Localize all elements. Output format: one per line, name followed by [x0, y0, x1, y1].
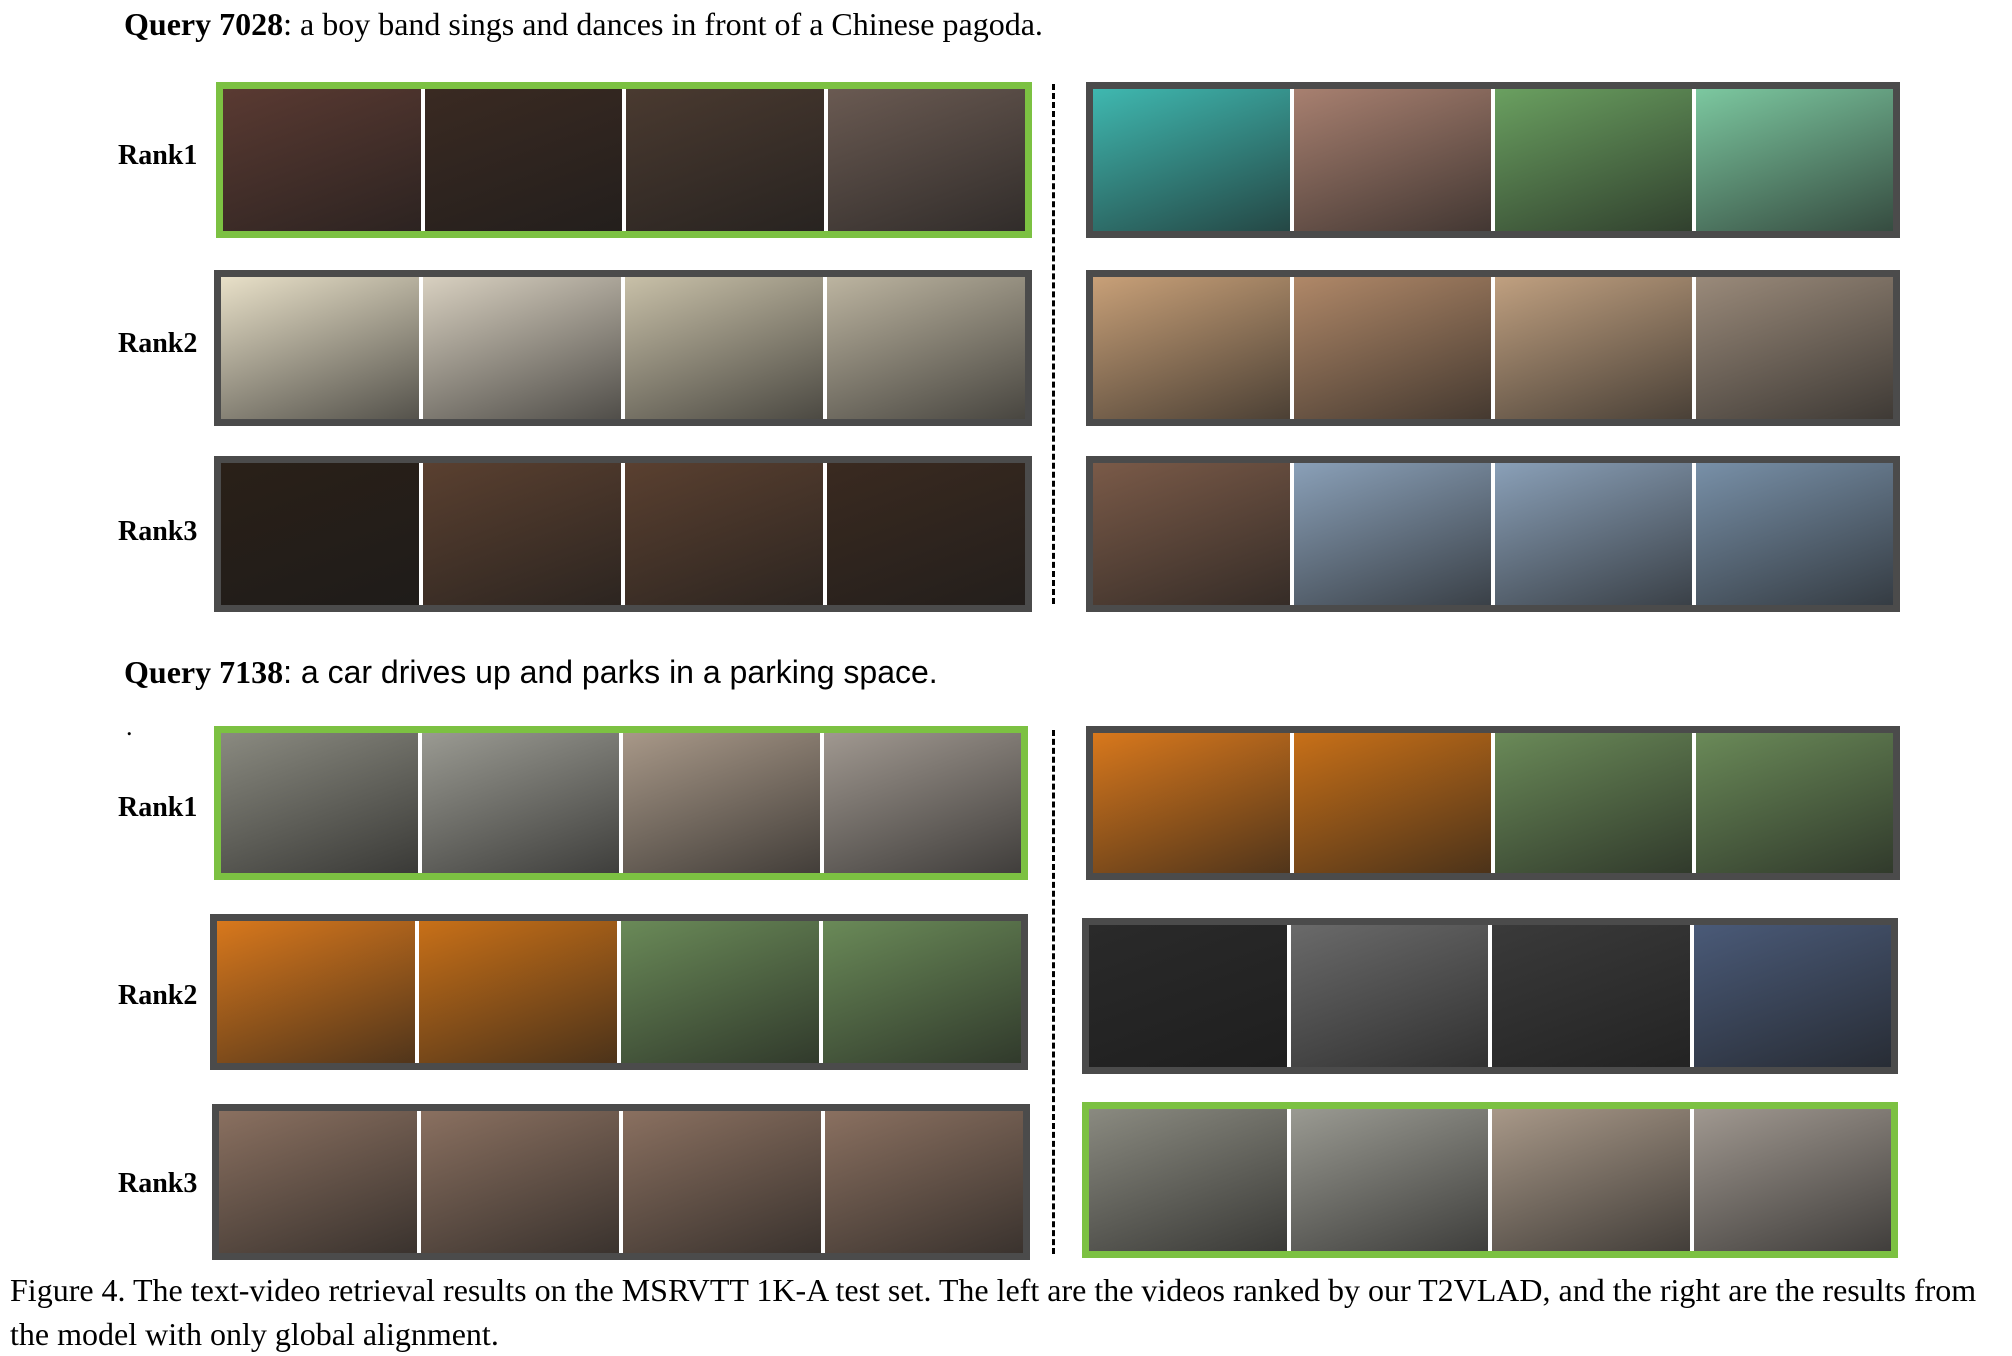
query-id: Query 7028	[124, 6, 284, 42]
rank-label: Rank2	[118, 328, 198, 359]
video-frame-thumbnail	[1693, 1109, 1891, 1251]
video-strip	[214, 726, 1028, 880]
video-strip	[1086, 82, 1900, 238]
video-frame-thumbnail	[1294, 463, 1491, 605]
video-strip	[214, 270, 1032, 426]
video-frame-thumbnail	[1093, 277, 1290, 419]
video-frame-thumbnail	[626, 89, 824, 231]
video-strip	[1086, 726, 1900, 880]
rank-label: Rank1	[118, 792, 198, 823]
video-frame-thumbnail	[221, 277, 419, 419]
query-text: : a boy band sings and dances in front o…	[283, 6, 1043, 42]
video-frame-thumbnail	[827, 463, 1025, 605]
video-frame-thumbnail	[1093, 733, 1290, 873]
video-frame-thumbnail	[422, 733, 619, 873]
video-frame-thumbnail	[625, 463, 823, 605]
video-frame-thumbnail	[827, 89, 1025, 231]
video-frame-thumbnail	[1696, 89, 1893, 231]
video-frame-thumbnail	[1290, 1109, 1488, 1251]
video-frame-thumbnail	[621, 921, 819, 1063]
video-strip	[1086, 456, 1900, 612]
video-frame-thumbnail	[421, 1111, 619, 1253]
column-divider	[1052, 84, 1055, 604]
video-frame-thumbnail	[1089, 925, 1287, 1067]
video-frame-thumbnail	[221, 733, 418, 873]
video-frame-thumbnail	[823, 921, 1021, 1063]
query-id: Query 7138	[124, 654, 284, 690]
rank-label: Rank3	[118, 1168, 198, 1199]
video-frame-thumbnail	[1294, 733, 1491, 873]
video-frame-thumbnail	[623, 1111, 821, 1253]
video-frame-thumbnail	[1492, 925, 1690, 1067]
video-frame-thumbnail	[423, 277, 621, 419]
video-frame-thumbnail	[1294, 89, 1491, 231]
video-strip	[212, 1104, 1030, 1260]
video-frame-thumbnail	[217, 921, 415, 1063]
video-frame-thumbnail	[1093, 463, 1290, 605]
video-frame-thumbnail	[1495, 277, 1692, 419]
video-strip	[1086, 270, 1900, 426]
video-frame-thumbnail	[625, 277, 823, 419]
video-frame-thumbnail	[623, 733, 820, 873]
video-frame-thumbnail	[1495, 733, 1692, 873]
stray-dot: .	[126, 712, 133, 741]
video-frame-thumbnail	[419, 921, 617, 1063]
query-text: : a car drives up and parks in a parking…	[283, 654, 938, 690]
video-frame-thumbnail	[1696, 463, 1893, 605]
video-frame-thumbnail	[221, 463, 419, 605]
video-frame-thumbnail	[1290, 925, 1488, 1067]
video-frame-thumbnail	[824, 733, 1021, 873]
rank-label: Rank3	[118, 516, 198, 547]
video-strip	[1082, 918, 1898, 1074]
video-frame-thumbnail	[1089, 1109, 1287, 1251]
video-frame-thumbnail	[1495, 463, 1692, 605]
video-frame-thumbnail	[1294, 277, 1491, 419]
figure-caption: Figure 4. The text-video retrieval resul…	[10, 1272, 1977, 1352]
column-divider	[1052, 730, 1055, 1254]
video-frame-thumbnail	[1495, 89, 1692, 231]
video-frame-thumbnail	[223, 89, 421, 231]
video-strip	[216, 82, 1032, 238]
video-strip	[210, 914, 1028, 1070]
video-strip	[1082, 1102, 1898, 1258]
video-frame-thumbnail	[1696, 733, 1893, 873]
video-strip	[214, 456, 1032, 612]
video-frame-thumbnail	[1696, 277, 1893, 419]
video-frame-thumbnail	[1492, 1109, 1690, 1251]
rank-label: Rank1	[118, 140, 198, 171]
video-frame-thumbnail	[219, 1111, 417, 1253]
video-frame-thumbnail	[1693, 925, 1891, 1067]
video-frame-thumbnail	[1093, 89, 1290, 231]
query-heading-2: Query 7138: a car drives up and parks in…	[124, 654, 938, 691]
video-frame-thumbnail	[825, 1111, 1023, 1253]
video-frame-thumbnail	[827, 277, 1025, 419]
rank-label: Rank2	[118, 980, 198, 1011]
video-frame-thumbnail	[424, 89, 622, 231]
query-heading-1: Query 7028: a boy band sings and dances …	[124, 6, 1043, 43]
video-frame-thumbnail	[423, 463, 621, 605]
